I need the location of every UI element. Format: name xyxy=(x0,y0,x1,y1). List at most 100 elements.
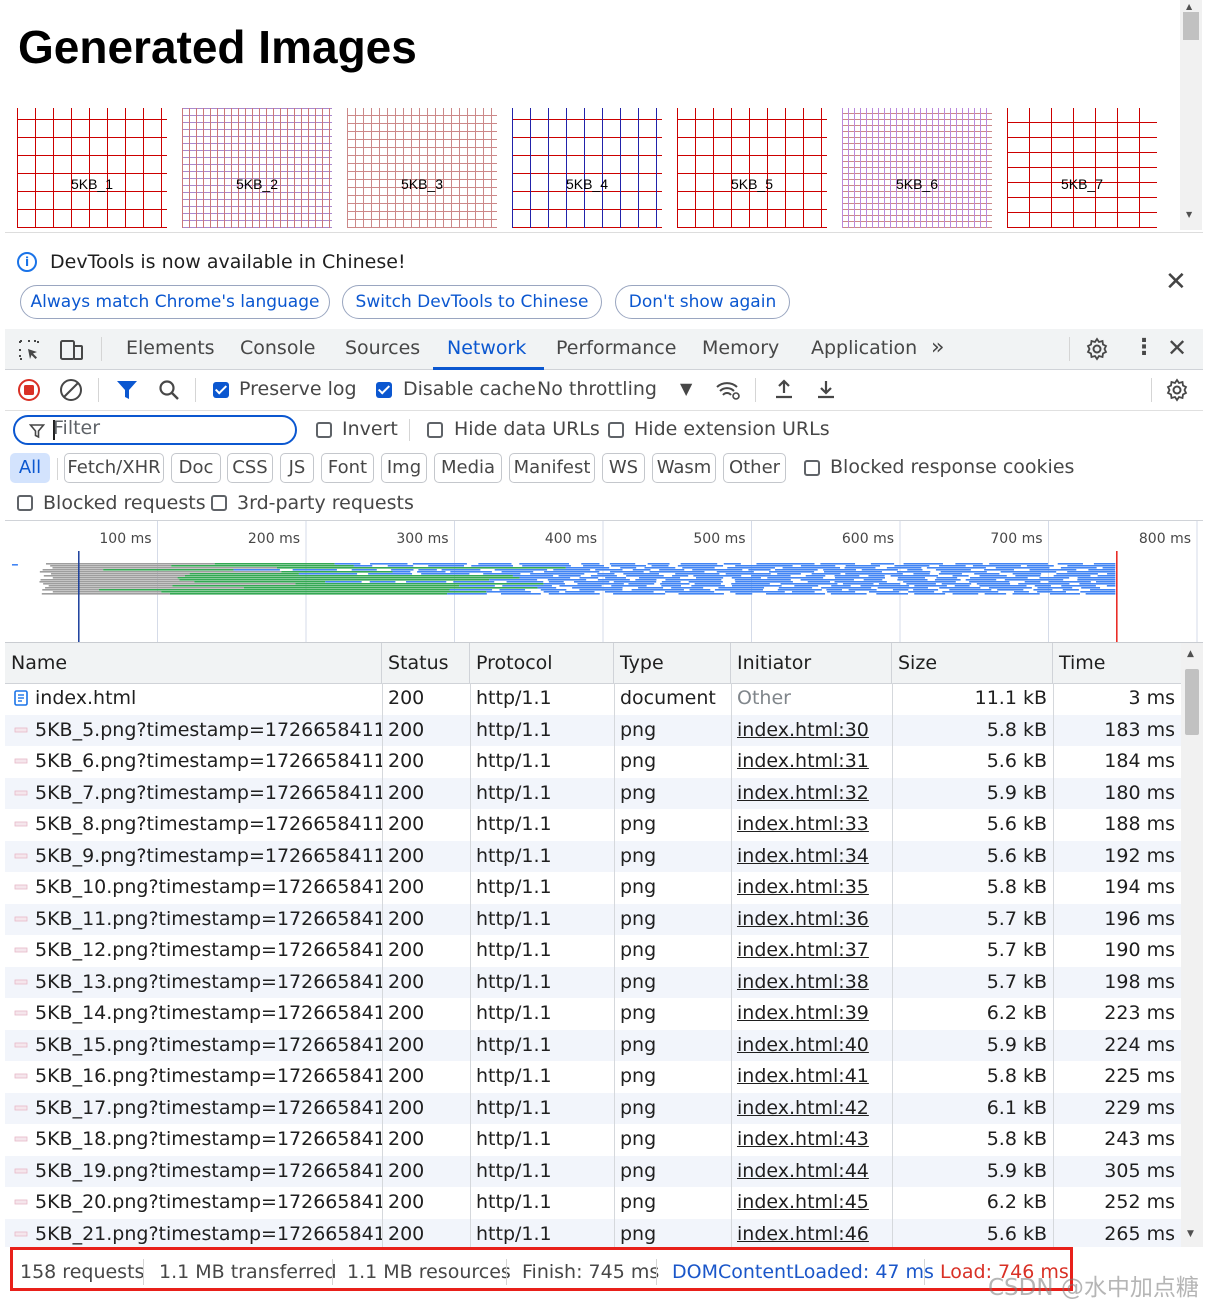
table-row[interactable]: 5KB_21.png?timestamp=1726658411 200 http/1… xyxy=(5,1218,1181,1248)
more-options-kebab-icon[interactable]: ⋮ xyxy=(1133,335,1155,360)
table-row[interactable]: 5KB_11.png?timestamp=1726658411 200 http/1… xyxy=(5,903,1181,936)
page-scrollbar[interactable]: ▲ ▼ xyxy=(1180,0,1202,230)
always-match-language-button[interactable]: Always match Chrome's language xyxy=(20,285,330,319)
initiator-link[interactable]: index.html:33 xyxy=(737,813,869,835)
request-initiator-cell[interactable]: index.html:39 xyxy=(731,998,892,1030)
table-row[interactable]: 5KB_18.png?timestamp=1726658411 200 http/1… xyxy=(5,1124,1181,1156)
request-initiator-cell[interactable]: index.html:30 xyxy=(731,715,892,747)
type-chip-fetch-xhr[interactable]: Fetch/XHR xyxy=(64,453,164,483)
device-toolbar-icon[interactable] xyxy=(59,338,85,362)
type-chip-js[interactable]: JS xyxy=(280,453,314,483)
filter-funnel-icon[interactable] xyxy=(115,378,139,402)
preserve-log-checkbox[interactable] xyxy=(213,382,229,398)
table-row[interactable]: 5KB_12.png?timestamp=1726658411 200 http/1… xyxy=(5,935,1181,967)
request-initiator-cell[interactable]: index.html:34 xyxy=(731,841,892,873)
column-header-status[interactable]: Status xyxy=(382,643,470,683)
column-header-initiator[interactable]: Initiator xyxy=(731,643,892,683)
request-initiator-cell[interactable]: index.html:42 xyxy=(731,1093,892,1125)
request-initiator-cell[interactable]: index.html:33 xyxy=(731,809,892,841)
scroll-down-arrow-icon[interactable]: ▼ xyxy=(1187,1229,1194,1239)
scrollbar-thumb[interactable] xyxy=(1185,669,1199,735)
request-initiator-cell[interactable]: index.html:46 xyxy=(731,1219,892,1248)
table-row[interactable]: 5KB_14.png?timestamp=1726658411 200 http/1… xyxy=(5,998,1181,1030)
table-row[interactable]: 5KB_8.png?timestamp=1726658411 200 http/1.… xyxy=(5,809,1181,841)
request-initiator-cell[interactable]: index.html:35 xyxy=(731,872,892,904)
request-initiator-cell[interactable]: index.html:37 xyxy=(731,935,892,967)
request-initiator-cell[interactable]: index.html:32 xyxy=(731,778,892,810)
hide-extension-urls-checkbox[interactable] xyxy=(608,422,624,438)
type-chip-ws[interactable]: WS xyxy=(602,453,645,483)
type-chip-media[interactable]: Media xyxy=(434,453,502,483)
table-row[interactable]: 5KB_16.png?timestamp=1726658411 200 http/1… xyxy=(5,1061,1181,1093)
type-chip-other[interactable]: Other xyxy=(723,453,786,483)
invert-checkbox[interactable] xyxy=(316,422,332,438)
initiator-link[interactable]: index.html:31 xyxy=(737,750,869,772)
initiator-link[interactable]: index.html:41 xyxy=(737,1065,869,1087)
dont-show-again-button[interactable]: Don't show again xyxy=(615,285,790,319)
close-icon[interactable]: ✕ xyxy=(1165,267,1187,297)
table-row[interactable]: index.html 200 http/1.1 document Other 11.1 k… xyxy=(5,683,1181,715)
clear-log-icon[interactable] xyxy=(59,378,83,402)
tab-sources[interactable]: Sources xyxy=(345,329,420,369)
request-initiator-cell[interactable]: index.html:41 xyxy=(731,1061,892,1093)
table-row[interactable]: 5KB_13.png?timestamp=1726658411 200 http/1… xyxy=(5,966,1181,999)
network-settings-gear-icon[interactable] xyxy=(1165,378,1189,402)
tab-elements[interactable]: Elements xyxy=(126,329,215,369)
initiator-link[interactable]: index.html:39 xyxy=(737,1002,869,1024)
initiator-link[interactable]: index.html:46 xyxy=(737,1223,869,1245)
tab-console[interactable]: Console xyxy=(240,329,315,369)
stop-recording-icon[interactable] xyxy=(17,378,41,402)
scroll-up-arrow-icon[interactable]: ▲ xyxy=(1186,2,1192,11)
export-har-download-icon[interactable] xyxy=(814,377,838,401)
table-row[interactable]: 5KB_10.png?timestamp=1726658411 200 http/1… xyxy=(5,872,1181,904)
scrollbar-thumb[interactable] xyxy=(1183,12,1199,40)
settings-gear-icon[interactable] xyxy=(1085,337,1109,361)
tab-network[interactable]: Network xyxy=(432,329,545,370)
column-header-type[interactable]: Type xyxy=(614,643,731,683)
disable-cache-checkbox[interactable] xyxy=(376,382,392,398)
initiator-link[interactable]: index.html:45 xyxy=(737,1191,869,1213)
hide-data-urls-checkbox[interactable] xyxy=(427,422,443,438)
type-chip-wasm[interactable]: Wasm xyxy=(652,453,716,483)
throttling-select[interactable]: No throttling xyxy=(537,378,657,400)
network-overview-timeline[interactable]: 100 ms 200 ms 300 ms 400 ms 500 ms 600 ms 700 … xyxy=(5,521,1203,643)
initiator-link[interactable]: index.html:40 xyxy=(737,1034,869,1056)
scroll-down-arrow-icon[interactable]: ▼ xyxy=(1186,210,1192,219)
request-initiator-cell[interactable]: index.html:36 xyxy=(731,904,892,936)
search-icon[interactable] xyxy=(157,378,181,402)
blocked-response-cookies-checkbox[interactable] xyxy=(804,460,820,476)
initiator-link[interactable]: index.html:43 xyxy=(737,1128,869,1150)
switch-to-chinese-button[interactable]: Switch DevTools to Chinese xyxy=(342,285,602,319)
dropdown-arrow-icon[interactable]: ▼ xyxy=(680,379,692,398)
type-chip-all[interactable]: All xyxy=(10,453,50,483)
close-devtools-icon[interactable]: ✕ xyxy=(1167,334,1187,362)
table-row[interactable]: 5KB_19.png?timestamp=1726658411 200 http/1… xyxy=(5,1155,1181,1187)
table-row[interactable]: 5KB_17.png?timestamp=1726658411 200 http/1… xyxy=(5,1092,1181,1125)
tab-performance[interactable]: Performance xyxy=(556,329,676,369)
table-row[interactable]: 5KB_9.png?timestamp=1726658411 200 http/1.… xyxy=(5,840,1181,873)
import-har-upload-icon[interactable] xyxy=(772,377,796,401)
initiator-link[interactable]: index.html:37 xyxy=(737,939,869,961)
column-header-name[interactable]: Name xyxy=(5,643,382,683)
request-initiator-cell[interactable]: index.html:38 xyxy=(731,967,892,999)
network-conditions-wifi-icon[interactable] xyxy=(715,378,743,402)
type-chip-img[interactable]: Img xyxy=(381,453,427,483)
inspect-element-icon[interactable] xyxy=(17,338,41,362)
column-header-protocol[interactable]: Protocol xyxy=(470,643,614,683)
initiator-link[interactable]: index.html:36 xyxy=(737,908,869,930)
column-header-time[interactable]: Time xyxy=(1053,643,1181,683)
table-row[interactable]: 5KB_5.png?timestamp=1726658411 200 http/1.… xyxy=(5,714,1181,747)
request-initiator-cell[interactable]: index.html:45 xyxy=(731,1187,892,1219)
scroll-up-arrow-icon[interactable]: ▲ xyxy=(1187,649,1194,659)
initiator-link[interactable]: index.html:34 xyxy=(737,845,869,867)
third-party-requests-checkbox[interactable] xyxy=(211,495,227,511)
column-header-size[interactable]: Size xyxy=(892,643,1053,683)
more-tabs-chevron-icon[interactable]: » xyxy=(931,335,944,360)
initiator-link[interactable]: index.html:44 xyxy=(737,1160,869,1182)
table-row[interactable]: 5KB_6.png?timestamp=1726658411 200 http/1.… xyxy=(5,746,1181,778)
table-row[interactable]: 5KB_15.png?timestamp=1726658411 200 http/1… xyxy=(5,1029,1181,1061)
type-chip-font[interactable]: Font xyxy=(321,453,374,483)
type-chip-doc[interactable]: Doc xyxy=(171,453,221,483)
table-scrollbar[interactable]: ▲ ▼ xyxy=(1181,643,1203,1247)
initiator-link[interactable]: index.html:35 xyxy=(737,876,869,898)
